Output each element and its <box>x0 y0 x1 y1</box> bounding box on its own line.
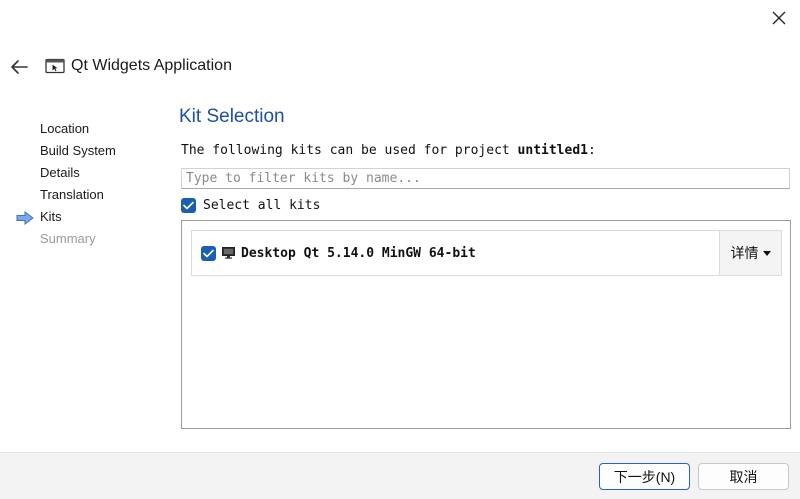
back-button[interactable] <box>6 54 32 80</box>
kit-details-button[interactable]: 详情 <box>719 231 781 275</box>
intro-suffix: : <box>588 143 596 158</box>
checkmark-icon <box>203 249 214 257</box>
close-icon <box>772 11 786 25</box>
select-all-checkbox-box[interactable] <box>181 197 196 213</box>
back-arrow-icon <box>11 60 28 74</box>
monitor-icon <box>222 247 235 259</box>
qt-widgets-app-icon <box>45 58 65 74</box>
kit-list: Desktop Qt 5.14.0 MinGW 64-bit 详情 <box>181 220 791 429</box>
step-location: Location <box>40 121 90 136</box>
step-details: Details <box>40 165 80 180</box>
chevron-down-icon <box>762 250 771 256</box>
arrow-right-icon <box>16 211 34 225</box>
intro-text: The following kits can be used for proje… <box>181 143 596 158</box>
project-name: untitled1 <box>517 143 588 158</box>
kit-name: Desktop Qt 5.14.0 MinGW 64-bit <box>241 245 476 261</box>
step-kits-label: Kits <box>40 209 62 224</box>
select-all-kits-checkbox[interactable]: Select all kits <box>181 196 320 214</box>
step-kits: Kits <box>16 207 116 229</box>
kit-checkbox[interactable] <box>201 245 216 261</box>
step-summary: Summary <box>40 231 96 246</box>
wizard-steps: Location Build System Details Translatio… <box>16 119 116 251</box>
close-button[interactable] <box>766 6 792 30</box>
cancel-button[interactable]: 取消 <box>698 463 789 490</box>
footer-bar: 下一步(N) 取消 <box>0 452 800 499</box>
intro-prefix: The following kits can be used for proje… <box>181 143 518 158</box>
window-title: Qt Widgets Application <box>71 57 232 74</box>
page-title: Kit Selection <box>179 106 285 127</box>
step-build-system: Build System <box>40 143 116 158</box>
step-translation: Translation <box>40 187 104 202</box>
kit-row: Desktop Qt 5.14.0 MinGW 64-bit 详情 <box>191 230 782 276</box>
checkmark-icon <box>183 201 194 209</box>
next-button[interactable]: 下一步(N) <box>599 463 690 490</box>
kit-filter-input[interactable] <box>181 168 790 189</box>
kit-details-label: 详情 <box>730 245 759 261</box>
select-all-label: Select all kits <box>203 197 321 213</box>
